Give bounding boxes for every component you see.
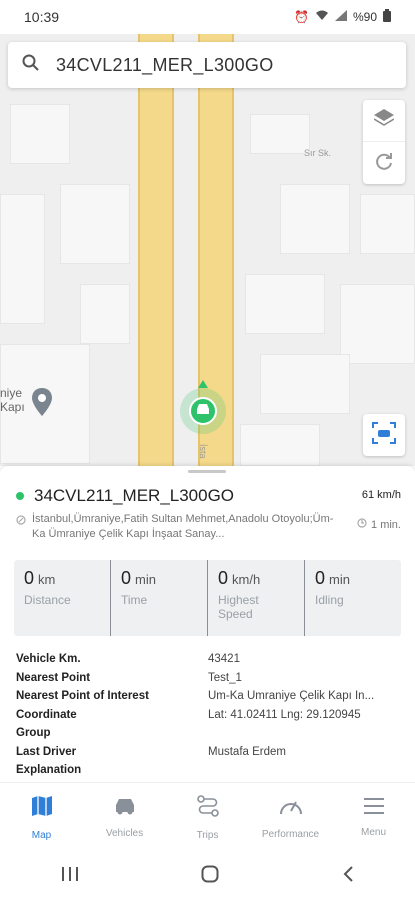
search-input[interactable]: 34CVL211_MER_L300GO — [56, 55, 274, 76]
nav-vehicles[interactable]: Vehicles — [83, 783, 166, 852]
vehicle-info-list: Vehicle Km. 43421 Nearest Point Test_1 Nea… — [16, 650, 402, 780]
nav-map[interactable]: Map — [0, 783, 83, 852]
alarm-icon: ⏰ — [294, 10, 309, 24]
info-key: Explanation — [16, 764, 82, 777]
vehicle-speed: 61 km/h — [361, 489, 401, 501]
battery-percent: %90 — [352, 10, 377, 24]
car-icon — [114, 797, 136, 818]
stat-value: 0 — [315, 568, 326, 588]
nav-performance[interactable]: Performance — [249, 783, 332, 852]
nav-trips[interactable]: Trips — [166, 783, 249, 852]
battery-icon — [383, 9, 391, 25]
nav-label: Trips — [196, 829, 219, 841]
wifi-icon — [315, 10, 329, 24]
stat-label: Idling — [315, 593, 344, 607]
vehicle-title: 34CVL211_MER_L300GO — [16, 486, 234, 506]
clock: 10:39 — [24, 9, 60, 25]
info-row: Last Driver Mustafa Erdem — [16, 743, 402, 762]
info-row: Nearest Point of Interest Üm-Ka Ümraniye … — [16, 687, 402, 706]
info-row: Coordinate Lat: 41.02411 Lng: 29.120945 — [16, 706, 402, 725]
info-key: Nearest Point — [16, 671, 91, 684]
info-value: 43421 — [208, 653, 240, 666]
stat-label: Highest Speed — [218, 593, 259, 621]
map-control-group — [363, 100, 405, 184]
info-row: Group — [16, 724, 402, 743]
stat-distance: 0 km Distance — [14, 560, 111, 636]
focus-vehicle-icon — [372, 421, 396, 449]
stat-unit: min — [135, 572, 156, 587]
info-value: Mustafa Erdem — [208, 745, 286, 758]
bottom-nav: Map Vehicles Trips Performance Menu — [0, 782, 415, 852]
menu-icon — [363, 797, 384, 817]
poi-label: niye Kapı — [0, 386, 25, 414]
refresh-icon — [374, 151, 394, 176]
vehicle-marker[interactable] — [180, 388, 226, 434]
layers-button[interactable] — [363, 100, 405, 142]
recent-apps-button[interactable] — [61, 866, 79, 887]
stat-unit: km — [38, 572, 56, 587]
direction-arrow-icon — [198, 380, 208, 388]
system-nav-bar — [0, 852, 415, 900]
stat-label: Distance — [24, 593, 71, 607]
signal-icon — [334, 10, 347, 24]
car-icon — [195, 402, 211, 420]
nav-label: Menu — [360, 826, 386, 838]
status-bar: 10:39 ⏰ %90 — [0, 0, 415, 34]
trip-stats: 0 km Distance 0 min Time 0 km/h Highest Spe… — [14, 560, 401, 636]
stat-unit: min — [329, 572, 350, 587]
drag-handle[interactable] — [188, 470, 226, 473]
map-icon — [31, 795, 53, 820]
stat-highest-speed: 0 km/h Highest Speed — [208, 560, 305, 636]
stat-idling: 0 min Idling — [305, 560, 401, 636]
stat-value: 0 — [218, 568, 229, 588]
info-key: Coordinate — [16, 708, 77, 721]
home-button[interactable] — [201, 865, 219, 888]
info-key: Last Driver — [16, 745, 77, 758]
info-key: Nearest Point of Interest — [16, 690, 149, 703]
refresh-button[interactable] — [363, 142, 405, 184]
stat-unit: km/h — [232, 572, 261, 587]
online-status-dot — [16, 492, 24, 500]
location-icon — [16, 515, 26, 542]
nav-menu[interactable]: Menu — [332, 783, 415, 852]
street-label: Sır Sk. — [304, 148, 332, 158]
info-value: Lat: 41.02411 Lng: 29.120945 — [208, 708, 361, 721]
fit-vehicle-button[interactable] — [363, 414, 405, 456]
search-icon — [22, 54, 40, 77]
layers-icon — [373, 109, 395, 132]
clock-icon — [357, 518, 367, 531]
info-row: Nearest Point Test_1 — [16, 669, 402, 688]
info-value: Test_1 — [208, 671, 242, 684]
info-row: Vehicle Km. 43421 — [16, 650, 402, 669]
last-update-text: 1 min. — [371, 518, 401, 531]
info-value: Üm-Ka Ümraniye Çelik Kapı İn... — [208, 690, 375, 703]
back-button[interactable] — [342, 865, 354, 888]
nav-label: Map — [31, 829, 52, 841]
address-text: İstanbul,Ümraniye,Fatih Sultan Mehmet,An… — [32, 513, 334, 540]
gauge-icon — [279, 796, 303, 819]
stat-value: 0 — [24, 568, 35, 588]
stat-label: Time — [121, 593, 148, 607]
vehicle-detail-panel[interactable]: 34CVL211_MER_L300GO 61 km/h İstanbul,Ümr… — [0, 466, 415, 782]
stat-value: 0 — [121, 568, 132, 588]
highway-left — [138, 34, 174, 466]
nav-label: Performance — [261, 828, 320, 840]
status-icons: ⏰ %90 — [294, 9, 391, 25]
nav-label: Vehicles — [105, 827, 144, 839]
search-bar[interactable]: 34CVL211_MER_L300GO — [8, 42, 406, 88]
info-key: Vehicle Km. — [16, 653, 81, 666]
vehicle-address: İstanbul,Ümraniye,Fatih Sultan Mehmet,An… — [16, 512, 336, 542]
info-row: Explanation — [16, 761, 402, 780]
route-icon — [196, 794, 219, 820]
info-key: Group — [16, 727, 51, 740]
last-update: 1 min. — [357, 518, 401, 531]
location-pin-icon[interactable] — [32, 388, 52, 421]
vehicle-name: 34CVL211_MER_L300GO — [34, 486, 235, 505]
road-label: İsta — [198, 444, 208, 459]
stat-time: 0 min Time — [111, 560, 208, 636]
